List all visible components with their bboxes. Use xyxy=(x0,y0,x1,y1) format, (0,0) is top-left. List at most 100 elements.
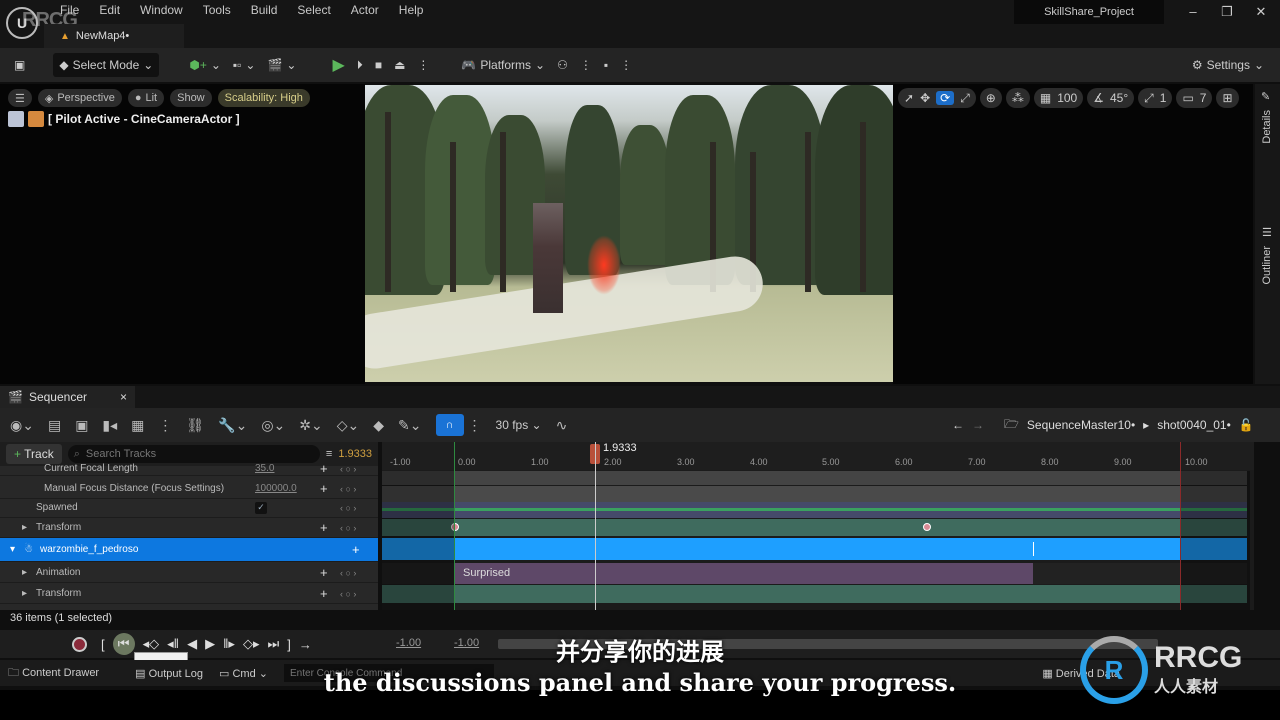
breadcrumb-shot[interactable]: shot0040_01• xyxy=(1157,418,1231,432)
select-tool-icon[interactable]: ➚ xyxy=(904,91,914,105)
scale-snap-toggle[interactable]: ⤢ 1 xyxy=(1138,88,1173,108)
key-nav-icon[interactable]: ‹ ○ › xyxy=(340,523,356,533)
render-movie-icon[interactable]: ▦ xyxy=(131,417,144,434)
perspective-button[interactable]: ◈ Perspective xyxy=(37,89,122,107)
kebab-icon[interactable]: ⋮ xyxy=(158,417,172,434)
find-asset-icon[interactable]: ▣ xyxy=(75,417,88,434)
expander-icon[interactable]: ▸ xyxy=(22,522,27,533)
sequencer-tab[interactable]: 🎬 Sequencer × xyxy=(0,386,135,408)
curve-editor-icon[interactable]: ∿ xyxy=(556,417,568,434)
eject-button[interactable]: ⏏ xyxy=(388,53,411,77)
spawned-lane-2[interactable] xyxy=(382,511,1247,518)
brush-icon[interactable]: ✎⌄ xyxy=(398,417,421,434)
playback-options-icon[interactable]: ✲⌄ xyxy=(299,417,322,434)
add-key-icon[interactable]: + xyxy=(320,520,328,535)
play-button[interactable]: ▶ xyxy=(326,53,350,77)
menu-help[interactable]: Help xyxy=(389,0,434,22)
save-button[interactable]: ▣ xyxy=(8,53,31,77)
auto-key-icon[interactable]: ◆ xyxy=(373,417,384,434)
playhead-line[interactable] xyxy=(595,442,596,610)
filter-icon[interactable]: ≡ xyxy=(326,448,332,460)
track-row[interactable]: Spawned ✓ ‹ ○ › xyxy=(0,498,378,518)
track-row[interactable]: Manual Focus Distance (Focus Settings) 1… xyxy=(0,479,378,499)
forward-arrow-icon[interactable]: → xyxy=(972,418,984,432)
lock-button[interactable]: ▪ xyxy=(598,53,614,77)
show-button[interactable]: Show xyxy=(170,89,212,107)
step-button[interactable]: ⏵ xyxy=(351,53,369,77)
menu-file[interactable]: File xyxy=(50,0,89,22)
translate-tool-icon[interactable]: ✥ xyxy=(920,91,930,105)
key-nav-icon[interactable]: ‹ ○ › xyxy=(340,568,356,578)
time-ruler[interactable]: -1.00 0.00 1.00 2.00 3.00 4.00 5.00 6.00… xyxy=(382,442,1254,470)
eject-pilot-icon[interactable] xyxy=(8,111,24,127)
close-icon[interactable]: × xyxy=(120,390,127,404)
add-key-icon[interactable]: + xyxy=(320,481,328,496)
current-time-field[interactable]: 1.9333 xyxy=(338,448,372,460)
camera-record-icon[interactable]: ▮◂ xyxy=(102,417,117,434)
start-marker[interactable] xyxy=(454,442,455,610)
director-blueprint-icon[interactable]: ⛓ xyxy=(186,417,204,434)
menu-window[interactable]: Window xyxy=(130,0,193,22)
platforms-dropdown[interactable]: 🎮 Platforms ⌄ xyxy=(455,53,551,77)
actor-lane-selected[interactable] xyxy=(382,538,1247,560)
minimize-button[interactable]: – xyxy=(1180,4,1206,22)
breadcrumb-master[interactable]: SequenceMaster10• xyxy=(1027,418,1135,432)
track-row[interactable]: ▸ Transform + ‹ ○ › xyxy=(0,518,378,538)
cinematics-button[interactable]: 🎬 ⌄ xyxy=(261,53,302,77)
add-key-icon[interactable]: + xyxy=(320,461,328,476)
rotate-tool-icon[interactable]: ⟳ xyxy=(936,91,955,105)
save-sequence-icon[interactable]: ▤ xyxy=(48,417,61,434)
focal-length-lane[interactable] xyxy=(382,471,1247,485)
world-icon[interactable]: ◉⌄ xyxy=(10,417,34,434)
blueprint-button[interactable]: ▪▫ ⌄ xyxy=(227,53,262,77)
close-window-button[interactable]: ✕ xyxy=(1248,4,1274,22)
key-nav-icon[interactable]: ‹ ○ › xyxy=(340,484,356,494)
unlock-icon[interactable]: 🔓 xyxy=(1239,418,1254,432)
eye-icon[interactable]: ◎⌄ xyxy=(261,417,285,434)
surface-snap-toggle[interactable]: ⁂ xyxy=(1005,88,1030,108)
snap-toggle[interactable]: ∩ xyxy=(435,414,464,436)
fps-dropdown[interactable]: 30 fps ⌄ xyxy=(496,418,542,432)
search-tracks-input[interactable] xyxy=(85,448,266,460)
play-options-button[interactable]: ⋮ xyxy=(411,53,435,77)
track-value[interactable]: 100000.0 xyxy=(255,483,297,494)
menu-build[interactable]: Build xyxy=(241,0,288,22)
transform-lane[interactable] xyxy=(382,519,1247,536)
spawned-checkbox[interactable]: ✓ xyxy=(255,502,267,514)
key-nav-icon[interactable]: ‹ ○ › xyxy=(340,464,356,474)
more-button[interactable]: ⋮ xyxy=(574,53,598,77)
menu-edit[interactable]: Edit xyxy=(89,0,130,22)
transform-lane-2[interactable] xyxy=(382,585,1247,603)
expander-icon[interactable]: ▸ xyxy=(22,588,27,599)
grid-snap-toggle[interactable]: ▦ 100 xyxy=(1033,88,1084,108)
track-row[interactable]: ▸ Animation + ‹ ○ › xyxy=(0,563,378,583)
expander-icon[interactable]: ▸ xyxy=(22,567,27,578)
scale-tool-icon[interactable]: ⤢ xyxy=(960,91,970,106)
stop-button[interactable]: ■ xyxy=(369,53,388,77)
track-row[interactable]: ▸ Transform + ‹ ○ › xyxy=(0,584,378,604)
key-diamond-icon[interactable]: ◇⌄ xyxy=(337,417,360,434)
select-mode-dropdown[interactable]: ◆ Select Mode ⌄ xyxy=(53,53,160,77)
key-nav-icon[interactable]: ‹ ○ › xyxy=(340,589,356,599)
timeline-area[interactable]: -1.00 0.00 1.00 2.00 3.00 4.00 5.00 6.00… xyxy=(382,442,1254,610)
viewport-menu-button[interactable]: ☰ xyxy=(8,89,32,107)
track-row[interactable]: Current Focal Length 35.0 + ‹ ○ › xyxy=(0,461,378,476)
kebab-icon[interactable]: ⋮ xyxy=(468,417,482,434)
add-actor-button[interactable]: ⬢+ ⌄ xyxy=(183,53,227,77)
level-tab[interactable]: ▲ NewMap4• xyxy=(44,24,184,48)
rotation-snap-toggle[interactable]: ∡ 45° xyxy=(1087,88,1135,108)
track-value[interactable]: 35.0 xyxy=(255,463,274,474)
layout-button[interactable]: ⊞ xyxy=(1216,88,1239,108)
menu-tools[interactable]: Tools xyxy=(193,0,241,22)
world-local-toggle[interactable]: ⊕ xyxy=(979,88,1002,108)
outliner-tab[interactable]: Outliner xyxy=(1261,246,1273,285)
collapse-icon[interactable]: ▾ xyxy=(10,544,15,555)
add-track-button[interactable]: + Track xyxy=(6,444,62,464)
details-tab[interactable]: Details xyxy=(1261,110,1273,144)
add-key-icon[interactable]: + xyxy=(320,565,328,580)
focus-distance-lane[interactable] xyxy=(382,486,1247,502)
end-marker[interactable] xyxy=(1180,442,1181,610)
scalability-badge[interactable]: Scalability: High xyxy=(217,89,310,107)
add-key-icon[interactable]: + xyxy=(320,586,328,601)
viewport-scene[interactable] xyxy=(365,85,893,382)
